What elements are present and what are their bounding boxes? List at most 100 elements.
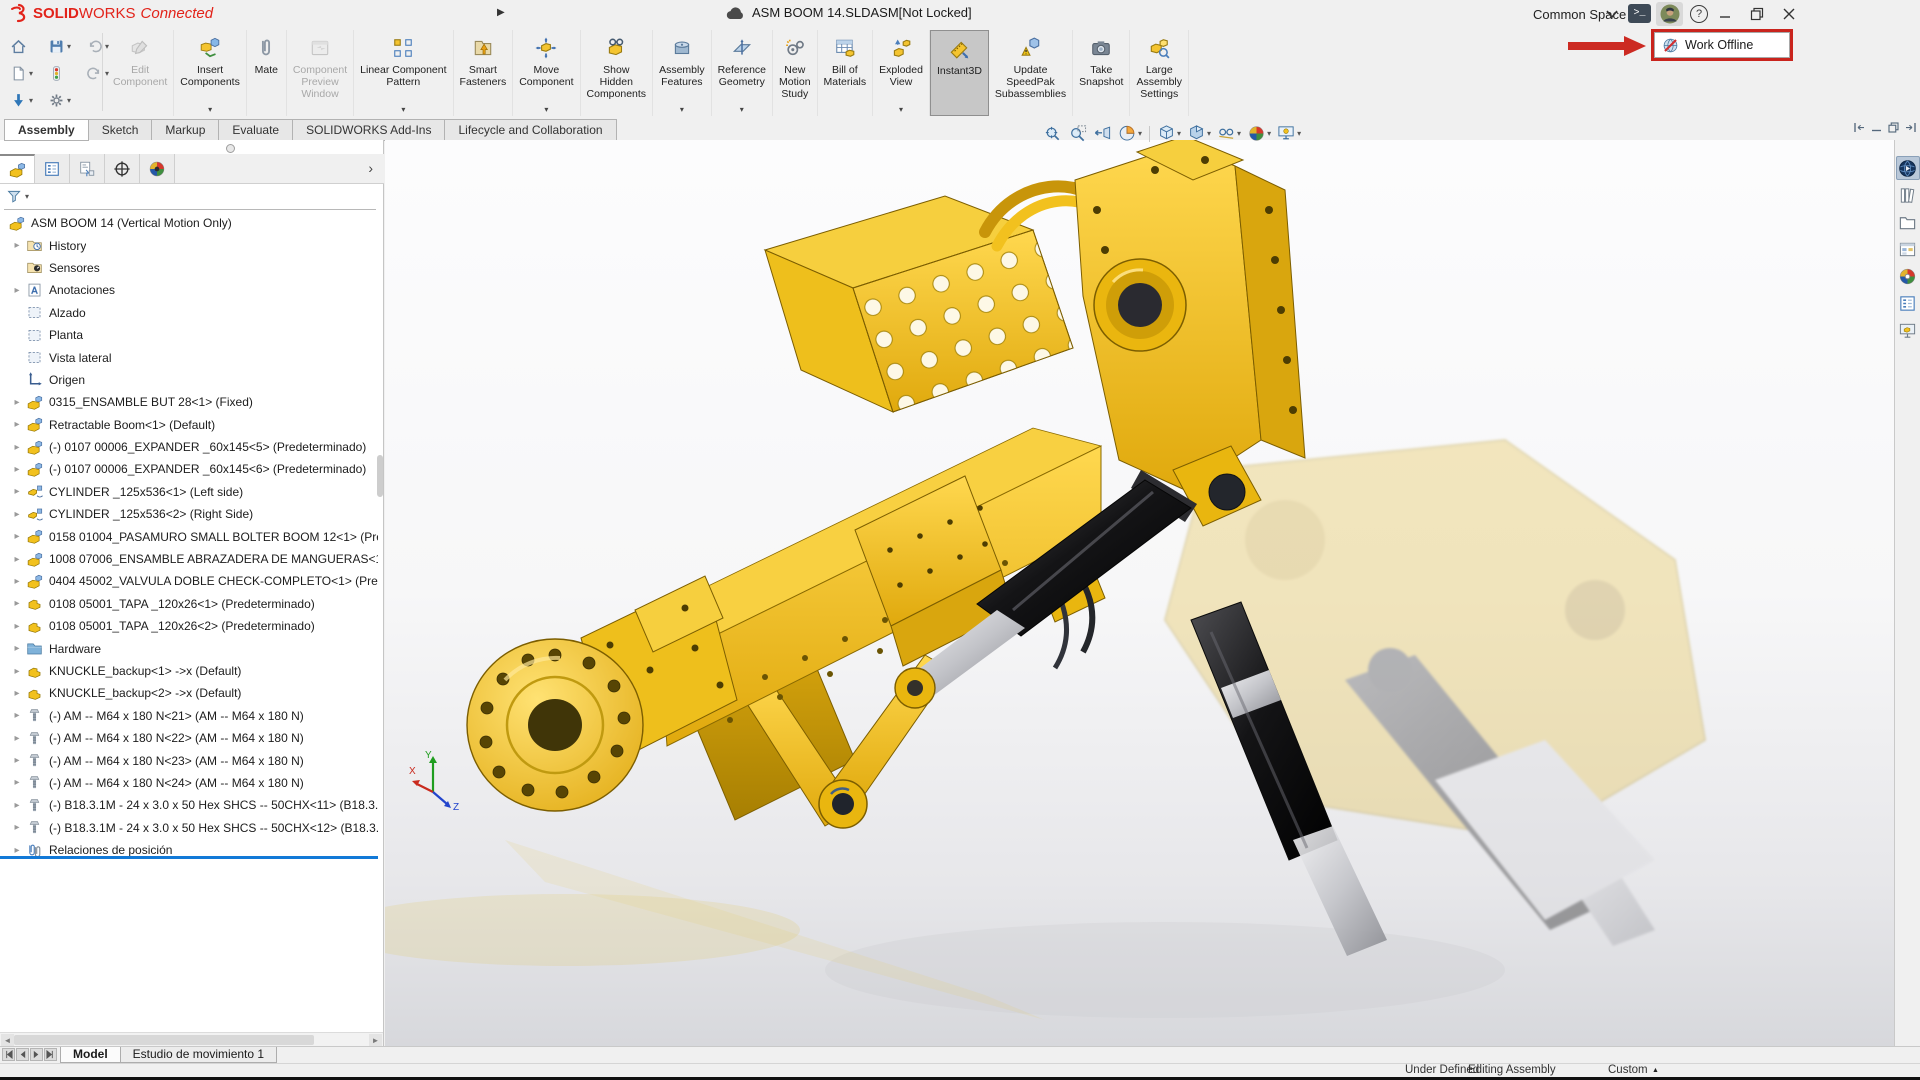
tree-scrollbar-thumb[interactable] <box>377 455 383 497</box>
taskpane-tp-globe-tab[interactable] <box>1896 156 1920 180</box>
expand-arrow-icon[interactable]: ▸ <box>8 777 26 788</box>
previous-tab-button[interactable] <box>16 1048 29 1061</box>
expand-arrow-icon[interactable]: ▸ <box>8 822 26 833</box>
expand-arrow-icon[interactable]: ▸ <box>8 643 26 654</box>
tree-item-anotaciones[interactable]: ▸Anotaciones <box>0 279 378 301</box>
ribbon-button-move[interactable]: Move Component▾ <box>513 30 580 116</box>
expand-arrow-icon[interactable]: ▸ <box>8 285 26 296</box>
taskpane-tp-palette-tab[interactable] <box>1896 237 1920 261</box>
ribbon-button-linear-component[interactable]: Linear Component Pattern▾ <box>354 30 453 116</box>
tree-item-origen[interactable]: Origen <box>0 369 378 391</box>
headsup-hs-prev-button[interactable] <box>1090 123 1115 144</box>
restore-viewport-icon[interactable] <box>1886 120 1901 135</box>
expand-arrow-icon[interactable]: ▸ <box>8 397 26 408</box>
tab-assembly[interactable]: Assembly <box>4 119 89 141</box>
minimize-viewport-icon[interactable] <box>1869 120 1884 135</box>
ribbon-button-smart[interactable]: Smart Fasteners <box>454 30 514 116</box>
help-button[interactable]: ? <box>1690 5 1708 23</box>
scroll-right-arrow[interactable]: ► <box>369 1034 382 1046</box>
panel-collapse-handle[interactable] <box>226 144 235 153</box>
custom-status-caret-icon[interactable]: ▲ <box>1652 1064 1659 1077</box>
ribbon-button-mate[interactable]: Mate <box>247 30 287 116</box>
qat-save-button[interactable]: ▾ <box>48 33 86 60</box>
taskpane-tp-folder-tab[interactable] <box>1896 210 1920 234</box>
ribbon-button-show[interactable]: Show Hidden Components <box>581 30 654 116</box>
tree-item-0315-ensamble-but-28-1-fixed[interactable]: ▸0315_ENSAMBLE BUT 28<1> (Fixed) <box>0 391 378 413</box>
expand-arrow-icon[interactable]: ▸ <box>8 531 26 542</box>
dropdown-caret-icon[interactable]: ▾ <box>1138 129 1142 138</box>
headsup-hs-section-button[interactable]: ▾ <box>1115 123 1145 144</box>
expand-arrow-icon[interactable]: ▸ <box>8 755 26 766</box>
viewport-3d-model[interactable] <box>385 140 1894 1046</box>
chevron-down-icon[interactable] <box>1606 9 1618 19</box>
tree-item-asm-boom-14-vertical-motion-only[interactable]: ASM BOOM 14 (Vertical Motion Only) <box>0 212 378 234</box>
dropdown-caret-icon[interactable]: ▾ <box>29 96 33 105</box>
minimize-button[interactable] <box>1717 6 1733 22</box>
panel-expand-chevron-icon[interactable]: › <box>368 160 373 176</box>
dropdown-caret-icon[interactable]: ▾ <box>680 103 684 114</box>
expand-arrow-icon[interactable]: ▸ <box>8 419 26 430</box>
headsup-hs-area-button[interactable] <box>1065 123 1090 144</box>
user-avatar-button[interactable] <box>1656 2 1683 26</box>
taskpane-tp-props-tab[interactable] <box>1896 291 1920 315</box>
panel-tab-pt-dim[interactable] <box>105 154 140 183</box>
dropdown-caret-icon[interactable]: ▾ <box>1237 129 1241 138</box>
tree-item-alzado[interactable]: Alzado <box>0 302 378 324</box>
expand-arrow-icon[interactable]: ▸ <box>8 464 26 475</box>
tree-item-b18-3-1m-24-x-3-0-x-50-hex-shcs-50chx-12[interactable]: ▸(-) B18.3.1M - 24 x 3.0 x 50 Hex SHCS -… <box>0 817 378 839</box>
ribbon-button-insert[interactable]: Insert Components▾ <box>174 30 247 116</box>
expand-arrow-icon[interactable]: ▸ <box>8 733 26 744</box>
panel-tab-pt-props[interactable] <box>35 154 70 183</box>
ribbon-button-instant3d[interactable]: Instant3D <box>930 30 989 116</box>
tree-item-hardware[interactable]: ▸Hardware <box>0 637 378 659</box>
scrollbar-thumb[interactable] <box>14 1035 314 1045</box>
panel-tab-pt-tree[interactable] <box>0 154 35 183</box>
expand-arrow-icon[interactable]: ▸ <box>8 576 26 587</box>
tree-item-am-m64-x-180-n-24-am-m64-x-180-n[interactable]: ▸(-) AM -- M64 x 180 N<24> (AM -- M64 x … <box>0 772 378 794</box>
headsup-hs-fit-button[interactable] <box>1040 123 1065 144</box>
tab-markup[interactable]: Markup <box>151 119 219 141</box>
tree-item-am-m64-x-180-n-21-am-m64-x-180-n[interactable]: ▸(-) AM -- M64 x 180 N<21> (AM -- M64 x … <box>0 705 378 727</box>
tree-item-0404-45002-valvula-doble-check-completo-[interactable]: ▸0404 45002_VALVULA DOBLE CHECK-COMPLETO… <box>0 570 378 592</box>
last-tab-button[interactable] <box>44 1048 57 1061</box>
bottom-tab-estudio-de-movimiento-1[interactable]: Estudio de movimiento 1 <box>120 1047 277 1063</box>
headsup-hs-orient-button[interactable]: ▾ <box>1154 123 1184 144</box>
qat-new-doc-button[interactable]: ▾ <box>10 60 48 87</box>
ribbon-button-exploded[interactable]: Exploded View▾ <box>873 30 930 116</box>
dropdown-caret-icon[interactable]: ▾ <box>29 69 33 78</box>
dropdown-caret-icon[interactable]: ▾ <box>208 103 212 114</box>
tree-item-0108-05001-tapa-120x26-2-predeterminado[interactable]: ▸0108 05001_TAPA _120x26<2> (Predetermin… <box>0 615 378 637</box>
dock-left-icon[interactable] <box>1852 120 1867 135</box>
filter-funnel-icon[interactable]: ▾ <box>6 188 29 205</box>
tree-item-knuckle-backup-2-x-default[interactable]: ▸KNUCKLE_backup<2> ->x (Default) <box>0 682 378 704</box>
tree-item-b18-3-1m-24-x-3-0-x-50-hex-shcs-50chx-11[interactable]: ▸(-) B18.3.1M - 24 x 3.0 x 50 Hex SHCS -… <box>0 794 378 816</box>
dropdown-caret-icon[interactable]: ▾ <box>67 96 71 105</box>
expand-arrow-icon[interactable]: ▸ <box>8 240 26 251</box>
filter-input[interactable] <box>4 209 376 210</box>
scroll-left-arrow[interactable]: ◄ <box>1 1034 14 1046</box>
qat-traffic-light-button[interactable] <box>48 60 86 87</box>
expand-arrow-icon[interactable]: ▸ <box>8 688 26 699</box>
expand-arrow-icon[interactable]: ▸ <box>8 621 26 632</box>
dropdown-caret-icon[interactable]: ▾ <box>544 103 548 114</box>
next-tab-button[interactable] <box>30 1048 43 1061</box>
headsup-hs-scene-button[interactable]: ▾ <box>1274 123 1304 144</box>
graphics-area[interactable]: Y X Z <box>385 140 1894 1046</box>
tree-item-0108-05001-tapa-120x26-1-predeterminado[interactable]: ▸0108 05001_TAPA _120x26<1> (Predetermin… <box>0 593 378 615</box>
expand-arrow-icon[interactable]: ▸ <box>8 710 26 721</box>
tree-item-cylinder-125x536-2-right-side[interactable]: ▸CYLINDER _125x536<2> (Right Side) <box>0 503 378 525</box>
expand-arrow-icon[interactable]: ▸ <box>8 666 26 677</box>
expand-arrow-icon[interactable]: ▸ <box>8 486 26 497</box>
dropdown-caret-icon[interactable]: ▾ <box>740 103 744 114</box>
tree-item-knuckle-backup-1-x-default[interactable]: ▸KNUCKLE_backup<1> ->x (Default) <box>0 660 378 682</box>
ribbon-button-large[interactable]: Large Assembly Settings <box>1130 30 1189 116</box>
tree-item-vista-lateral[interactable]: Vista lateral <box>0 346 378 368</box>
tab-evaluate[interactable]: Evaluate <box>218 119 293 141</box>
custom-status-selector[interactable]: Custom <box>1608 1064 1648 1077</box>
ribbon-button-new[interactable]: New Motion Study <box>773 30 818 116</box>
dropdown-caret-icon[interactable]: ▾ <box>67 42 71 51</box>
menu-expand-icon[interactable]: ▶ <box>497 7 505 18</box>
tree-item-planta[interactable]: Planta <box>0 324 378 346</box>
dropdown-caret-icon[interactable]: ▾ <box>1177 129 1181 138</box>
dropdown-caret-icon[interactable]: ▾ <box>1207 129 1211 138</box>
